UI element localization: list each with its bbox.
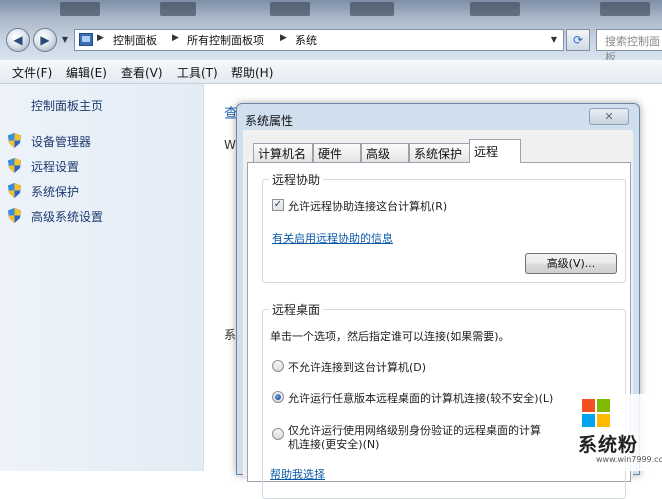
tab-remote[interactable]: 远程 <box>469 139 521 163</box>
thumbnail <box>270 2 310 16</box>
chevron-down-icon: ▼ <box>550 35 558 44</box>
windows-logo-icon <box>582 399 610 427</box>
shield-icon <box>8 183 21 198</box>
menu-help[interactable]: 帮助(H) <box>231 64 273 81</box>
window-top-bar: ◀ ▶ ▼ ▶ 控制面板 ▶ 所有控制面板项 ▶ 系统 ▼ ⟳ 搜索控制面板 <box>0 0 662 64</box>
thumbnail <box>350 2 394 16</box>
address-history-dropdown[interactable]: ▼ <box>547 32 561 48</box>
allow-remote-assistance-label[interactable]: 允许远程协助连接这台计算机(R) <box>288 198 447 214</box>
tab-computer-name[interactable]: 计算机名 <box>253 143 313 162</box>
sidebar: 控制面板主页 设备管理器 远程设置 系统保护 高级系统设置 <box>0 84 204 471</box>
chevron-right-icon: ▶ <box>280 33 287 43</box>
address-bar[interactable]: ▶ 控制面板 ▶ 所有控制面板项 ▶ 系统 ▼ <box>74 29 564 51</box>
radio-allow-any-version-label[interactable]: 允许运行任意版本远程桌面的计算机连接(较不安全)(L) <box>288 390 553 406</box>
back-button[interactable]: ◀ <box>6 28 30 52</box>
menu-edit[interactable]: 编辑(E) <box>66 64 107 81</box>
windows-edition-label: W <box>224 138 236 152</box>
system-section-label: 系 <box>224 328 237 342</box>
refresh-icon: ⟳ <box>572 33 584 47</box>
recent-pages-dropdown[interactable]: ▼ <box>60 34 70 46</box>
site-watermark: 系统粉 www.win7999.com <box>572 394 662 471</box>
refresh-button[interactable]: ⟳ <box>566 29 590 51</box>
taskbar-thumbnails <box>0 0 662 20</box>
thumbnail <box>160 2 196 16</box>
tab-hardware[interactable]: 硬件 <box>313 143 361 162</box>
radio-deny-connections-label[interactable]: 不允许连接到这台计算机(D) <box>288 359 426 375</box>
arrow-right-icon: ▶ <box>40 33 50 47</box>
menu-bar: 文件(F) 编辑(E) 查看(V) 工具(T) 帮助(H) <box>0 60 662 84</box>
radio-allow-nla-only-label-cont[interactable]: 机连接(更安全)(N) <box>288 436 379 452</box>
group-title: 远程协助 <box>269 171 324 188</box>
menu-file[interactable]: 文件(F) <box>12 64 52 81</box>
watermark-text: 系统粉 <box>578 434 639 456</box>
menu-tools[interactable]: 工具(T) <box>177 64 218 81</box>
shield-icon <box>8 208 21 223</box>
sidebar-item-label: 设备管理器 <box>31 135 92 149</box>
thumbnail <box>470 2 520 16</box>
tab-advanced[interactable]: 高级 <box>361 143 409 162</box>
breadcrumb-system[interactable]: 系统 <box>295 32 317 48</box>
forward-button[interactable]: ▶ <box>33 28 57 52</box>
sidebar-item-label: 高级系统设置 <box>31 210 104 224</box>
advanced-button[interactable]: 高级(V)... <box>525 253 617 274</box>
chevron-right-icon: ▶ <box>172 33 179 43</box>
watermark-url: www.win7999.com <box>596 455 662 464</box>
search-input[interactable]: 搜索控制面板 <box>596 29 662 64</box>
remote-assistance-group: 远程协助 ✓ 允许远程协助连接这台计算机(R) 有关启用远程协助的信息 高级(V… <box>262 171 626 283</box>
close-icon: ✕ <box>604 110 614 123</box>
breadcrumb-control-panel[interactable]: 控制面板 <box>113 32 157 48</box>
control-panel-home-link[interactable]: 控制面板主页 <box>31 97 103 114</box>
shield-icon <box>8 158 21 173</box>
arrow-left-icon: ◀ <box>13 33 23 47</box>
dialog-title: 系统属性 <box>245 114 294 128</box>
group-title: 远程桌面 <box>269 301 324 318</box>
shield-icon <box>8 133 21 148</box>
radio-allow-any-version[interactable] <box>272 391 284 403</box>
help-me-choose-link[interactable]: 帮助我选择 <box>270 466 325 482</box>
menu-view[interactable]: 查看(V) <box>121 64 163 81</box>
control-panel-icon <box>79 33 93 46</box>
tab-system-protection[interactable]: 系统保护 <box>409 143 471 162</box>
remote-desktop-instruction: 单击一个选项，然后指定谁可以连接(如果需要)。 <box>270 330 510 343</box>
thumbnail <box>600 2 650 16</box>
radio-deny-connections[interactable] <box>272 360 284 372</box>
sidebar-item-label: 远程设置 <box>31 160 80 174</box>
close-button[interactable]: ✕ <box>589 108 629 125</box>
radio-allow-nla-only[interactable] <box>272 428 284 440</box>
chevron-right-icon: ▶ <box>97 33 104 43</box>
allow-remote-assistance-checkbox[interactable]: ✓ <box>272 199 284 211</box>
sidebar-item-label: 系统保护 <box>31 185 80 199</box>
thumbnail <box>60 2 100 16</box>
remote-assistance-info-link[interactable]: 有关启用远程协助的信息 <box>272 230 393 246</box>
chevron-down-icon: ▼ <box>61 35 69 44</box>
breadcrumb-all-items[interactable]: 所有控制面板项 <box>187 32 264 48</box>
checkmark-icon: ✓ <box>273 199 283 210</box>
